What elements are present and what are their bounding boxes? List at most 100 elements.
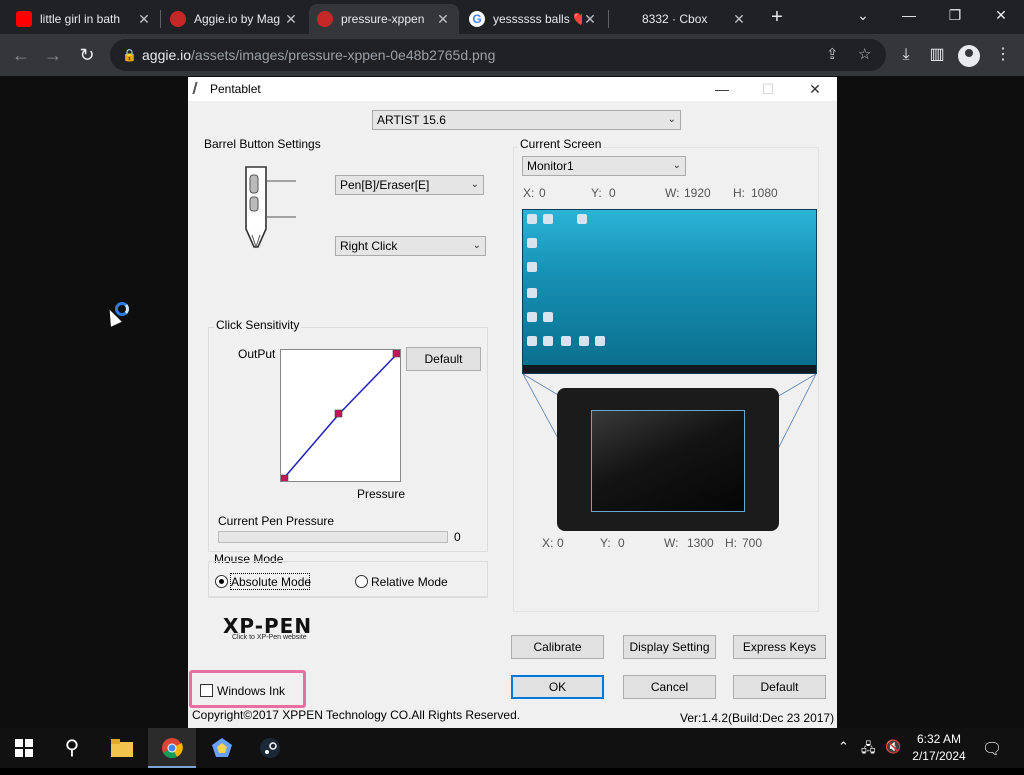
pentablet-window: Pentablet — ☐ ✕ ARTIST 15.6 ⌄ Barrel But…	[188, 77, 837, 728]
screen-h-value: 1080	[751, 186, 778, 200]
calibrate-button[interactable]: Calibrate	[511, 635, 604, 659]
barrel-button2-select[interactable]: Right Click ⌄	[335, 236, 486, 256]
tablet-h-value: 700	[742, 536, 763, 550]
bookmark-star-icon[interactable]: ☆	[858, 39, 871, 71]
share-icon[interactable]: ⇪	[826, 39, 839, 71]
tab-title: 8332 · Cbox	[642, 12, 708, 26]
chevron-up-icon[interactable]: ⌃	[838, 739, 849, 755]
file-explorer-icon[interactable]	[98, 728, 146, 768]
curve-handle-end[interactable]	[392, 349, 401, 358]
relative-mode-radio[interactable]	[355, 575, 368, 588]
sensitivity-heading: Click Sensitivity	[214, 318, 302, 332]
device-select[interactable]: ARTIST 15.6 ⌄	[372, 110, 681, 130]
volume-muted-icon[interactable]: 🔇	[885, 739, 901, 755]
maximize-icon: ☐	[761, 81, 775, 97]
tab-1[interactable]: little girl in bath ✕	[8, 4, 160, 34]
desktop-icon	[561, 336, 571, 346]
desktop-icon	[527, 312, 537, 322]
tab-search-icon[interactable]: ⌄	[840, 0, 886, 30]
google-icon: G	[469, 11, 485, 27]
monitor-select[interactable]: Monitor1 ⌄	[522, 156, 686, 176]
relative-mode-label[interactable]: Relative Mode	[371, 575, 448, 589]
close-icon[interactable]: ✕	[800, 79, 830, 99]
express-keys-button[interactable]: Express Keys	[733, 635, 826, 659]
screen-y-value: 0	[609, 186, 616, 200]
network-icon[interactable]: 🖧	[861, 739, 876, 761]
tab-title: Aggie.io by Mag	[194, 12, 281, 26]
url-host: aggie.io	[142, 47, 192, 63]
close-icon[interactable]: ✕	[582, 11, 598, 28]
browser-tab-bar: little girl in bath ✕ Aggie.io by Mag ✕ …	[0, 0, 1024, 34]
divider	[208, 597, 488, 598]
restore-icon[interactable]: ❐	[932, 0, 978, 30]
current-pressure-label: Current Pen Pressure	[218, 514, 335, 528]
screen-y-label: Y:	[591, 186, 602, 200]
close-icon[interactable]: ✕	[731, 11, 747, 28]
chevron-down-icon: ⌄	[672, 160, 681, 171]
pressure-curve-graph[interactable]	[280, 349, 401, 483]
new-tab-button[interactable]: +	[764, 4, 790, 30]
curve-handle-mid[interactable]	[334, 409, 343, 418]
profile-avatar[interactable]	[958, 45, 980, 67]
display-setting-button[interactable]: Display Setting	[623, 635, 716, 659]
tab-4[interactable]: G yessssss balls ❤️ ✕	[461, 4, 606, 34]
clock[interactable]: 6:32 AM 2/17/2024	[907, 731, 971, 765]
reload-icon[interactable]: ↻	[74, 42, 100, 68]
screen-w-value: 1920	[684, 186, 711, 200]
screen-preview	[522, 209, 817, 374]
app-icon[interactable]	[198, 728, 246, 768]
desktop-icon	[527, 214, 537, 224]
steam-icon[interactable]	[246, 728, 294, 768]
window-title: Pentablet	[210, 82, 261, 96]
address-bar[interactable]: 🔒 aggie.io/assets/images/pressure-xppen-…	[110, 39, 886, 71]
barrel-button1-select[interactable]: Pen[B]/Eraser[E] ⌄	[335, 175, 484, 195]
output-label: OutPut	[238, 347, 276, 361]
minimize-icon[interactable]: —	[707, 79, 737, 99]
barrel-heading: Barrel Button Settings	[204, 137, 321, 151]
curve-handle-start[interactable]	[280, 474, 289, 483]
absolute-mode-label[interactable]: Absolute Mode	[231, 575, 311, 589]
close-icon[interactable]: ✕	[136, 11, 152, 28]
minimize-icon[interactable]: —	[886, 0, 932, 30]
chevron-down-icon: ⌄	[470, 179, 479, 190]
pressure-label: Pressure	[357, 487, 406, 501]
blank-favicon-icon	[618, 11, 634, 27]
close-icon[interactable]: ✕	[283, 11, 299, 28]
sensitivity-default-button[interactable]: Default	[406, 347, 481, 371]
windows-ink-label[interactable]: Windows Ink	[217, 684, 285, 698]
barrel-button1-value: Pen[B]/Eraser[E]	[340, 178, 430, 192]
tablet-x-value: 0	[557, 536, 564, 550]
download-icon[interactable]: ⤓	[893, 42, 919, 68]
chrome-icon[interactable]	[148, 728, 196, 768]
forward-icon[interactable]: →	[40, 42, 66, 68]
current-pressure-bar	[218, 531, 448, 543]
chevron-down-icon: ⌄	[472, 240, 481, 251]
pressure-curve	[280, 349, 401, 483]
tablet-y-label: Y:	[600, 536, 611, 550]
tablet-w-value: 1300	[687, 536, 714, 550]
menu-kebab-icon[interactable]: ⋮	[990, 42, 1016, 68]
default-button[interactable]: Default	[733, 675, 826, 699]
close-icon[interactable]: ✕	[435, 11, 451, 28]
tab-2[interactable]: Aggie.io by Mag ✕	[162, 4, 307, 34]
windows-ink-checkbox[interactable]	[200, 684, 213, 697]
desktop-icon	[527, 336, 537, 346]
side-panel-icon[interactable]: ▥	[924, 42, 950, 68]
ok-button[interactable]: OK	[511, 675, 604, 699]
search-icon[interactable]: ⚲	[48, 728, 96, 768]
notification-icon[interactable]: 🗨	[982, 739, 1002, 759]
start-icon[interactable]	[0, 728, 48, 768]
back-icon[interactable]: ←	[8, 42, 34, 68]
clock-date: 2/17/2024	[912, 749, 966, 763]
desktop-icon	[527, 262, 537, 272]
cancel-button[interactable]: Cancel	[623, 675, 716, 699]
xp-pen-logo-subtext[interactable]: Click to XP-Pen website	[232, 634, 307, 641]
tab-5[interactable]: 8332 · Cbox ✕	[610, 4, 755, 34]
tab-3-active[interactable]: pressure-xppen ✕	[309, 4, 459, 34]
clock-time: 6:32 AM	[916, 732, 962, 746]
window-titlebar: Pentablet — ☐ ✕	[188, 77, 837, 101]
close-window-icon[interactable]: ✕	[978, 0, 1024, 30]
device-select-value: ARTIST 15.6	[377, 113, 446, 127]
absolute-mode-radio[interactable]	[215, 575, 228, 588]
desktop-icon	[595, 336, 605, 346]
